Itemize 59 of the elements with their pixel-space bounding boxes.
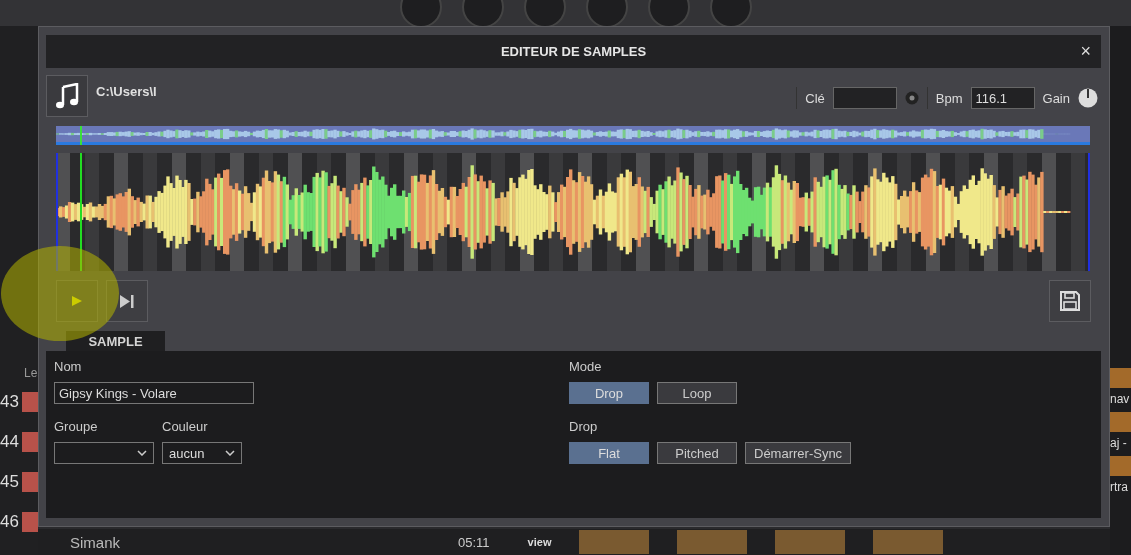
file-path: C:\Users\l — [96, 84, 157, 99]
side-tab[interactable]: view — [527, 536, 552, 548]
drop-style-button[interactable]: Flat — [569, 442, 649, 464]
album-thumbnail — [775, 530, 846, 554]
group-dropdown[interactable] — [54, 442, 154, 464]
album-thumbnail — [1110, 456, 1131, 476]
drop-label: Drop — [569, 419, 599, 435]
track-title: aj - — [1110, 436, 1128, 452]
bpm-field[interactable]: 116.1 — [970, 87, 1035, 109]
overview-waveform[interactable] — [56, 126, 1090, 145]
column-header: Le — [23, 366, 38, 382]
dialog-title: EDITEUR DE SAMPLES — [500, 44, 647, 59]
close-button[interactable]: × — [1080, 42, 1091, 60]
key-label: Clé — [805, 90, 825, 106]
track-title: nav — [1110, 392, 1131, 408]
save-button[interactable] — [1049, 280, 1091, 322]
row-number: 43 — [0, 392, 20, 412]
save-icon — [1059, 290, 1081, 312]
name-field[interactable]: Gipsy Kings - Volare — [54, 382, 254, 404]
row-number: 46 — [0, 512, 20, 532]
mode-button[interactable]: Drop — [569, 382, 649, 404]
drop-style-button[interactable]: Pitched — [657, 442, 737, 464]
dropdown-value: aucun — [169, 445, 205, 461]
play-button[interactable] — [56, 280, 98, 322]
music-note-icon — [55, 83, 79, 109]
album-thumbnail — [22, 512, 38, 532]
music-note-button[interactable] — [46, 75, 88, 117]
color-label: Couleur — [162, 419, 209, 435]
gain-knob[interactable] — [1078, 88, 1098, 108]
waveform-drawing[interactable] — [56, 153, 1090, 271]
album-thumbnail — [1110, 412, 1131, 432]
album-thumbnail — [1110, 368, 1131, 388]
album-thumbnail — [22, 432, 38, 452]
album-thumbnail — [22, 472, 38, 492]
key-detect-icon[interactable] — [904, 91, 919, 105]
mode-button[interactable]: Loop — [657, 382, 737, 404]
bpm-label: Bpm — [935, 90, 963, 106]
play-icon — [72, 296, 82, 306]
album-thumbnail — [873, 530, 944, 554]
key-field[interactable] — [832, 87, 897, 109]
track-title: Simank — [70, 533, 121, 551]
tab[interactable]: SAMPLE — [66, 331, 165, 351]
chevron-down-icon — [225, 450, 235, 456]
track-time: 05:11 — [458, 534, 490, 550]
track-title: rtra — [1110, 480, 1129, 496]
mode-label: Mode — [569, 359, 603, 375]
gain-label: Gain — [1042, 90, 1070, 106]
row-number: 45 — [0, 472, 20, 492]
skip-to-end-button[interactable] — [106, 280, 148, 322]
drop-style-button[interactable]: Démarrer-Sync — [745, 442, 852, 464]
row-number: 44 — [0, 432, 20, 452]
name-label: Nom — [54, 359, 83, 375]
group-label: Groupe — [54, 419, 99, 435]
album-thumbnail — [579, 530, 650, 554]
chevron-down-icon — [137, 450, 147, 456]
skip-to-end-icon — [120, 294, 134, 308]
album-thumbnail — [677, 530, 748, 554]
color-dropdown[interactable]: aucun — [162, 442, 242, 464]
album-thumbnail — [22, 392, 38, 412]
